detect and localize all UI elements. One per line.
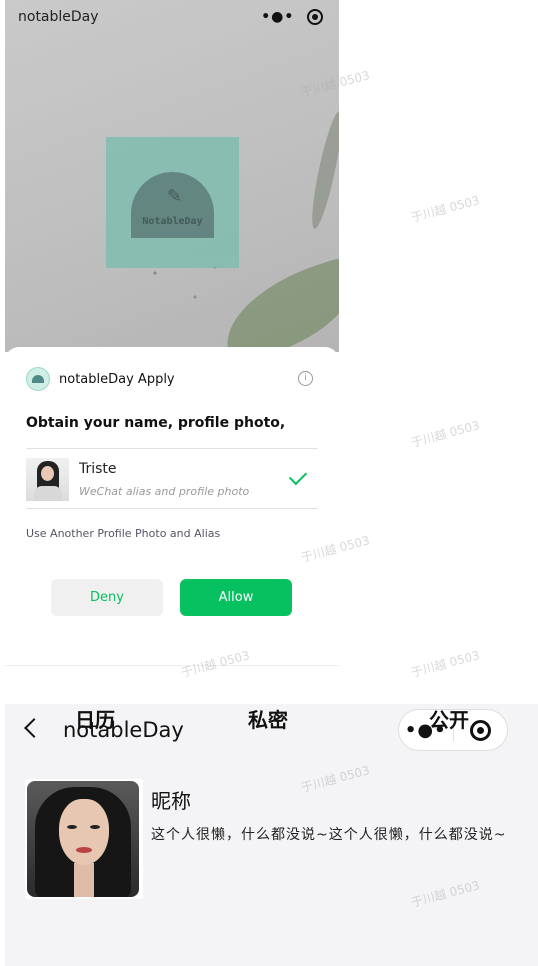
app-apply-text: notableDay Apply [59, 371, 175, 387]
avatar-small [26, 458, 69, 501]
tab-private[interactable]: 私密 [248, 704, 288, 733]
divider [26, 448, 318, 449]
profile-option-row[interactable]: Triste WeChat alias and profile photo [26, 457, 318, 505]
profile-name: Triste [79, 461, 117, 477]
app-badge-icon [26, 367, 50, 391]
target-icon[interactable] [306, 9, 323, 25]
watermark: 于川越 0503 [409, 418, 482, 450]
deny-button[interactable]: Deny [51, 579, 163, 616]
profile-subtitle: WeChat alias and profile photo [79, 485, 250, 498]
more-dots-icon[interactable]: •●• [261, 9, 294, 25]
auth-screenshot: ✎ NotableDay notableDay •●• notableDay A… [5, 0, 339, 668]
divider [5, 665, 339, 666]
splash-background: ✎ NotableDay notableDay •●• [5, 0, 339, 366]
dim-overlay [5, 0, 339, 352]
bio-text: 这个人很懒，什么都没说~这个人很懒，什么都没说~ [151, 827, 507, 843]
obtain-text: Obtain your name, profile photo, [26, 415, 286, 431]
sheet-header: notableDay Apply [26, 367, 175, 391]
profile-screenshot: notableDay •●• 昵称 这个人很懒，什么都没说~这个人很懒，什么都没… [5, 704, 538, 966]
miniprogram-nav-bar: notableDay •●• [5, 0, 339, 34]
target-icon [469, 719, 491, 741]
tab-calendar[interactable]: 日历 [75, 704, 115, 733]
watermark: 于川越 0503 [409, 193, 482, 225]
info-icon[interactable]: i [298, 371, 313, 386]
divider [26, 508, 318, 509]
allow-button[interactable]: Allow [180, 579, 292, 616]
miniprogram-title: notableDay [18, 9, 99, 25]
use-another-profile-link[interactable]: Use Another Profile Photo and Alias [26, 527, 220, 540]
nickname: 昵称 [151, 789, 191, 813]
avatar[interactable] [25, 779, 143, 899]
tab-public[interactable]: 公开 [429, 704, 469, 733]
check-icon [288, 466, 308, 486]
authorization-sheet: notableDay Apply i Obtain your name, pro… [5, 347, 339, 668]
back-chevron-icon[interactable] [24, 718, 44, 738]
capsule-menu: •●• [255, 5, 329, 29]
watermark: 于川越 0503 [409, 648, 482, 680]
